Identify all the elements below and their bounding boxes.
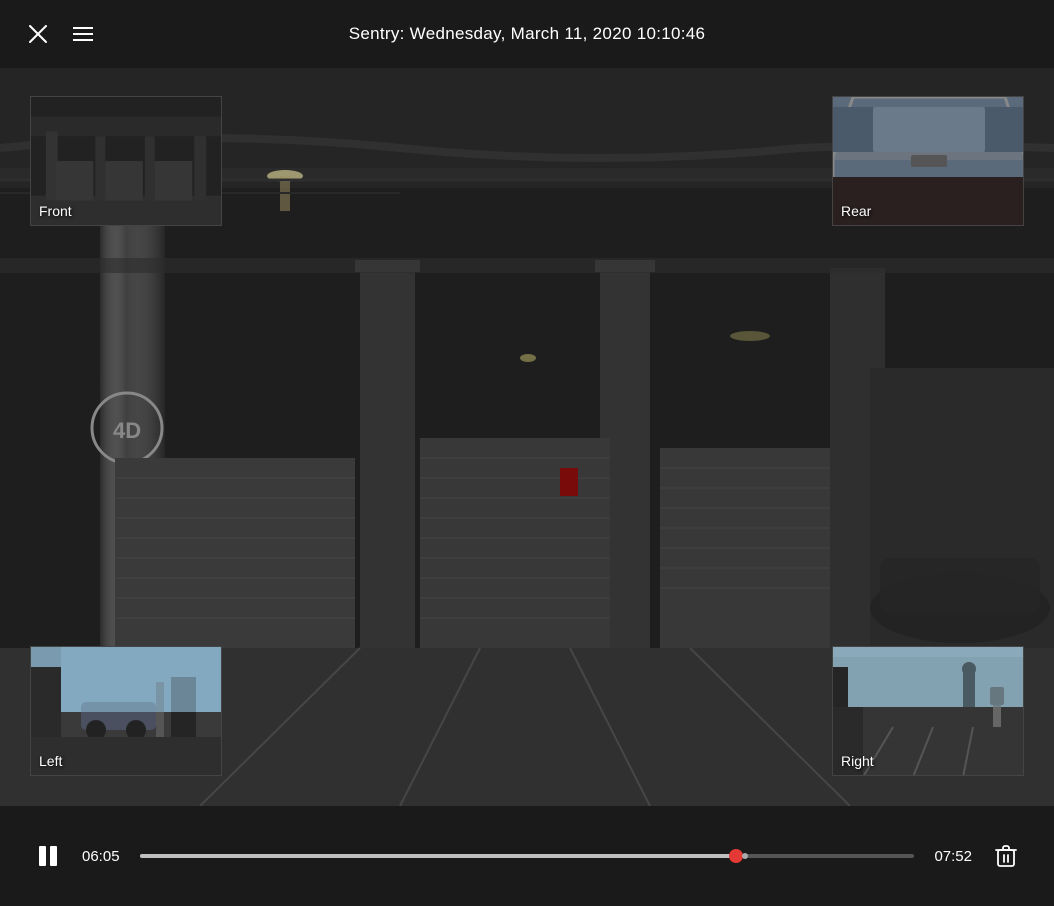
- header-title: Sentry: Wednesday, March 11, 2020 10:10:…: [349, 24, 706, 44]
- left-camera-label: Left: [39, 753, 62, 769]
- rear-camera-label: Rear: [841, 203, 871, 219]
- rear-camera-thumbnail[interactable]: TESLA Rear: [832, 96, 1024, 226]
- progress-fill: [140, 854, 736, 858]
- front-camera-label: Front: [39, 203, 72, 219]
- menu-button[interactable]: [65, 16, 101, 52]
- front-camera-thumbnail[interactable]: Front: [30, 96, 222, 226]
- close-button[interactable]: [20, 16, 56, 52]
- controls-bar: 06:05 07:52: [0, 806, 1054, 906]
- time-current: 06:05: [82, 848, 124, 865]
- svg-text:4D: 4D: [113, 418, 141, 443]
- play-pause-button[interactable]: [30, 838, 66, 874]
- progress-thumb-extra: [742, 853, 748, 859]
- right-camera-thumbnail[interactable]: Right: [832, 646, 1024, 776]
- delete-button[interactable]: [988, 838, 1024, 874]
- video-container: 4D: [0, 68, 1054, 806]
- top-bar: Sentry: Wednesday, March 11, 2020 10:10:…: [0, 0, 1054, 68]
- progress-thumb: [729, 849, 743, 863]
- left-camera-thumbnail[interactable]: Left: [30, 646, 222, 776]
- progress-bar[interactable]: [140, 854, 914, 858]
- right-camera-label: Right: [841, 753, 874, 769]
- main-camera-view[interactable]: 4D: [0, 68, 1054, 806]
- time-total: 07:52: [930, 848, 972, 865]
